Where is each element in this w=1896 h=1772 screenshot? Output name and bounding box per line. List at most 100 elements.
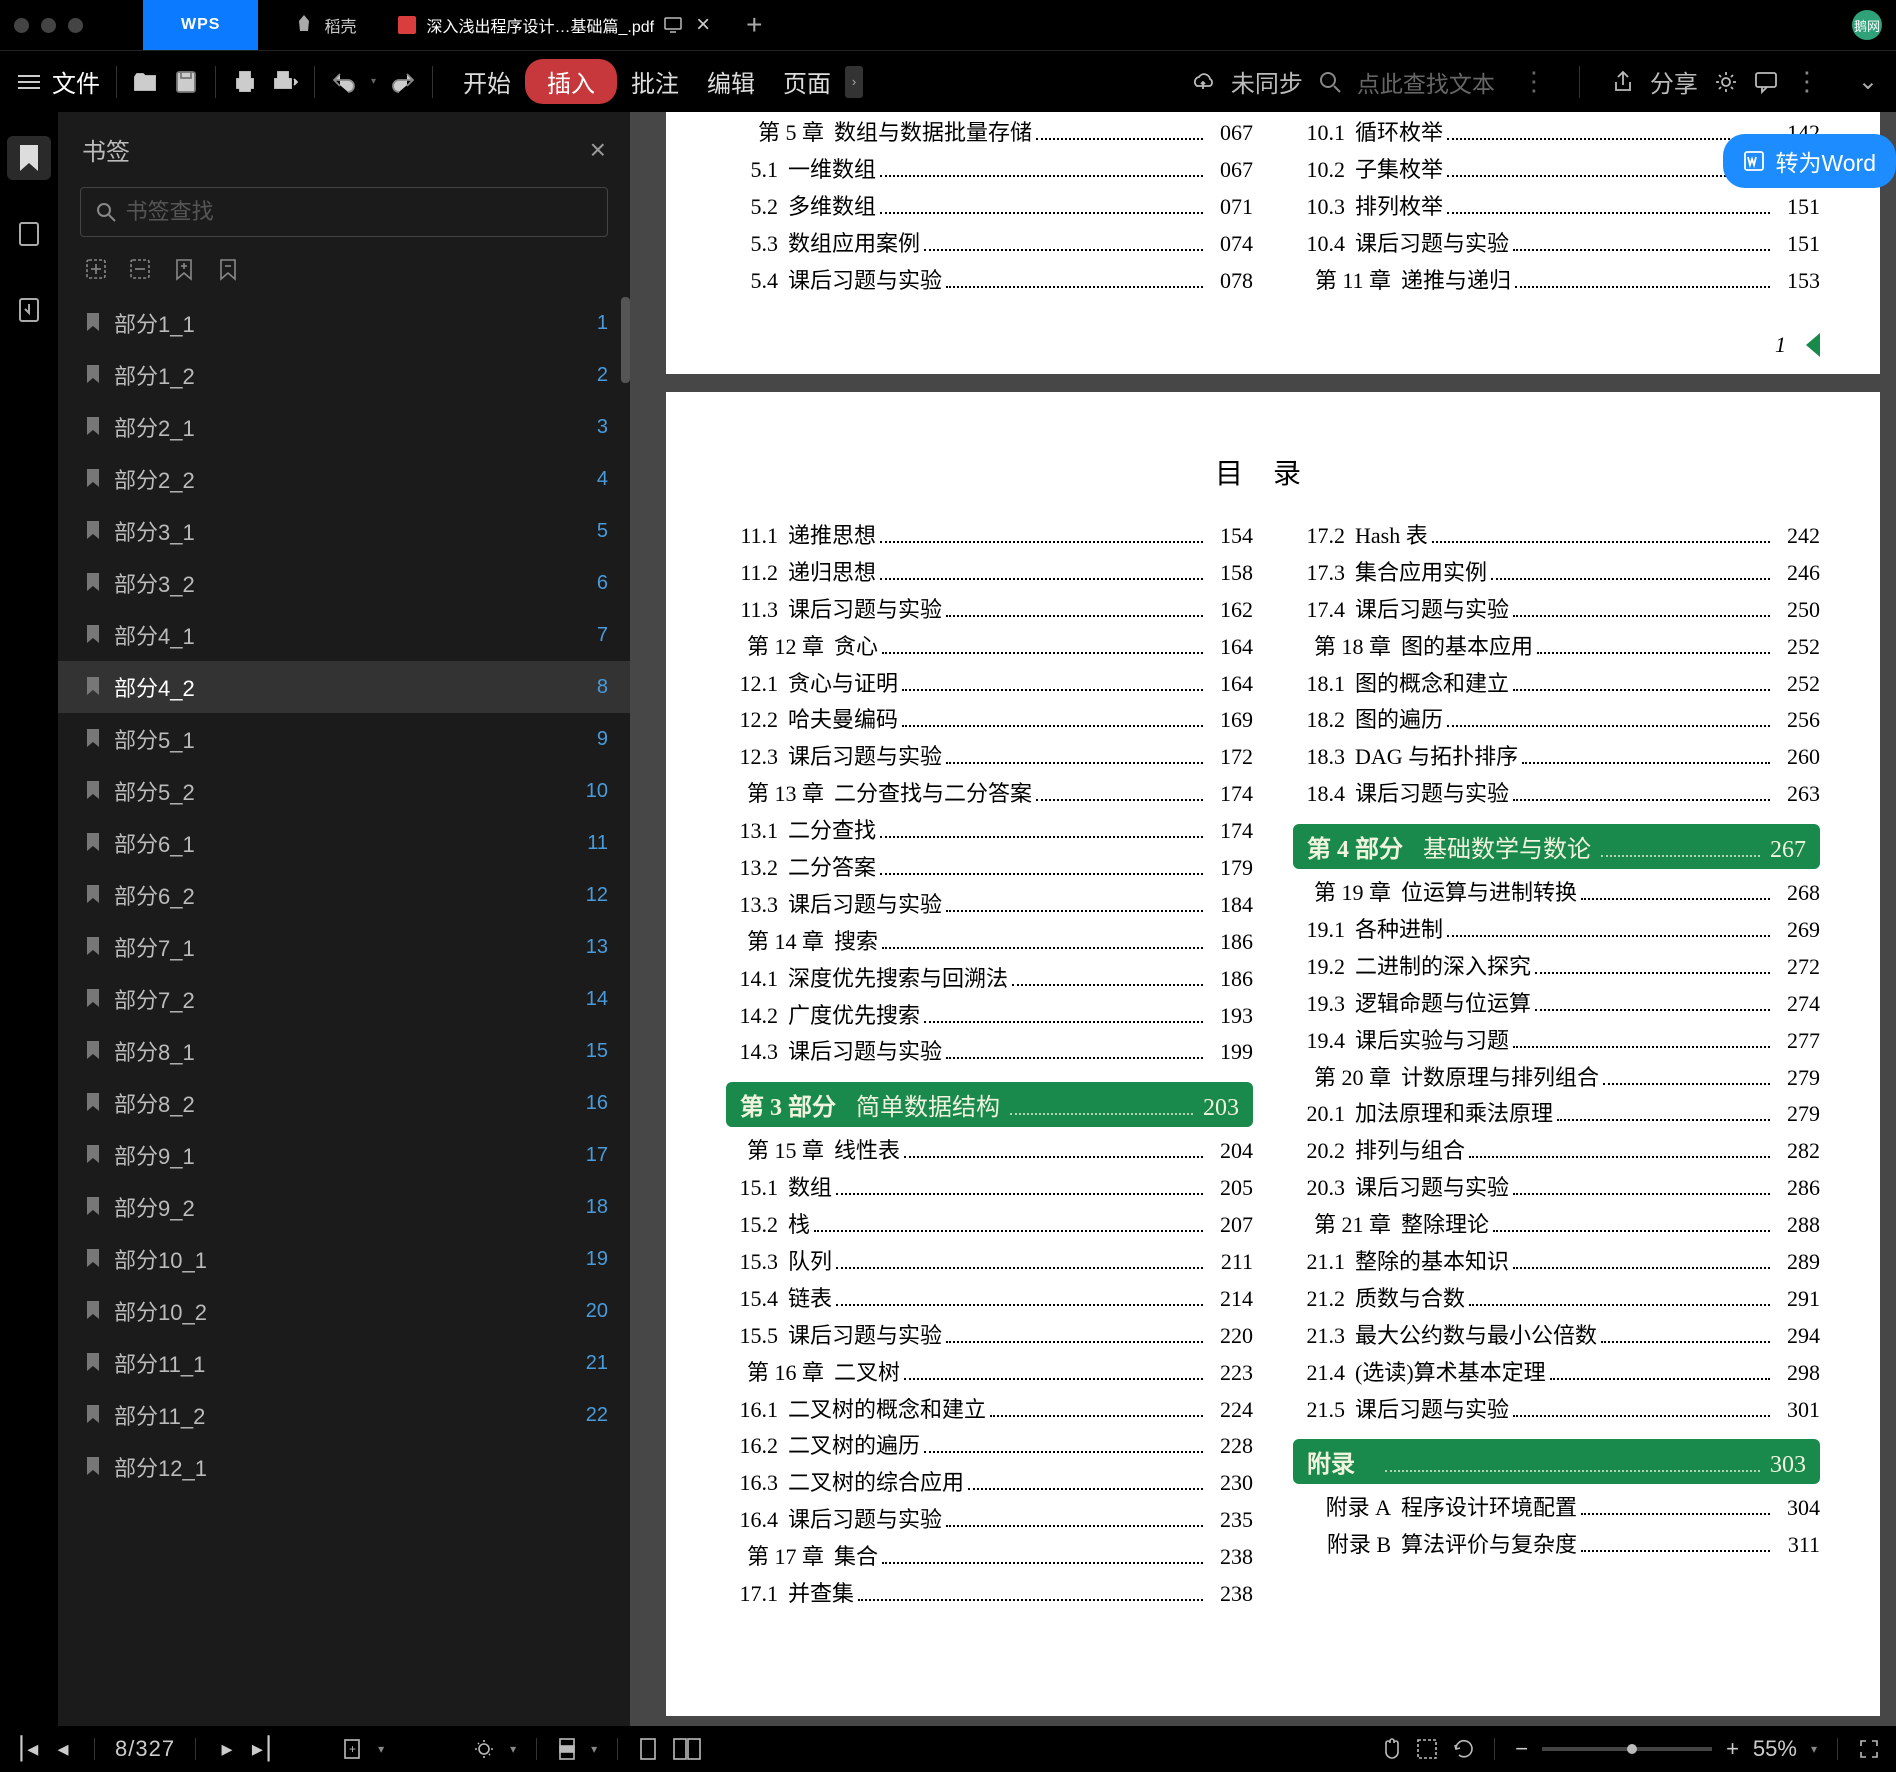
more-icon[interactable]: ⋮ bbox=[1521, 66, 1547, 97]
bookmark-item[interactable]: 部分3_26 bbox=[58, 557, 630, 609]
gear-icon[interactable] bbox=[1714, 70, 1738, 94]
toc-row: 10.3排列枚举151 bbox=[1293, 191, 1820, 223]
fullscreen-icon[interactable] bbox=[1858, 1738, 1880, 1760]
share-icon[interactable] bbox=[1612, 71, 1634, 93]
prev-page-icon[interactable]: ◂ bbox=[52, 1738, 74, 1760]
print-icon[interactable] bbox=[232, 69, 258, 95]
bookmark-item[interactable]: 部分1_22 bbox=[58, 349, 630, 401]
close-window-icon[interactable] bbox=[14, 18, 29, 33]
bookmark-item[interactable]: 部分11_222 bbox=[58, 1389, 630, 1441]
close-panel-icon[interactable]: × bbox=[590, 134, 606, 166]
bookmark-item[interactable]: 部分6_111 bbox=[58, 817, 630, 869]
convert-to-word-button[interactable]: 转为Word bbox=[1723, 134, 1896, 188]
page-add-icon[interactable]: + bbox=[342, 1738, 364, 1760]
zoom-out-icon[interactable]: − bbox=[1515, 1736, 1528, 1762]
first-page-icon[interactable]: ⎮◂ bbox=[16, 1738, 38, 1760]
bookmark-item[interactable]: 部分2_13 bbox=[58, 401, 630, 453]
save-icon[interactable] bbox=[173, 69, 199, 95]
collapse-all-icon[interactable] bbox=[130, 259, 152, 281]
bookmark-item[interactable]: 部分1_11 bbox=[58, 297, 630, 349]
menu-annotate[interactable]: 批注 bbox=[617, 64, 693, 99]
menu-insert[interactable]: 插入 bbox=[525, 59, 617, 104]
share-button[interactable]: 分享 bbox=[1650, 64, 1698, 99]
avatar[interactable]: 鹅网 bbox=[1852, 10, 1882, 40]
next-page-icon[interactable]: ▸ bbox=[216, 1738, 238, 1760]
bookmark-item[interactable]: 部分8_115 bbox=[58, 1025, 630, 1077]
fit-page-icon[interactable] bbox=[638, 1737, 658, 1761]
document-view[interactable]: 转为Word 第 5 章数组与数据批量存储0675.1一维数组0675.2多维数… bbox=[630, 112, 1896, 1726]
selection-icon[interactable] bbox=[1416, 1738, 1438, 1760]
bookmark-item-page: 14 bbox=[586, 988, 608, 1011]
menu-edit[interactable]: 编辑 bbox=[693, 64, 769, 99]
last-page-icon[interactable]: ▸⎮ bbox=[252, 1738, 274, 1760]
expand-all-icon[interactable] bbox=[86, 259, 108, 281]
maximize-window-icon[interactable] bbox=[68, 18, 83, 33]
bookmark-item-label: 部分10_1 bbox=[114, 1243, 207, 1275]
zoom-value[interactable]: 55% bbox=[1753, 1736, 1797, 1762]
bookmark-item[interactable]: 部分10_119 bbox=[58, 1233, 630, 1285]
toc-row: 12.2哈夫曼编码169 bbox=[726, 704, 1253, 736]
print-preview-icon[interactable] bbox=[272, 69, 298, 95]
bookmark-item[interactable]: 部分5_19 bbox=[58, 713, 630, 765]
menu-page[interactable]: 页面 bbox=[769, 64, 845, 99]
menu-start[interactable]: 开始 bbox=[449, 64, 525, 99]
undo-icon[interactable] bbox=[331, 69, 357, 95]
bookmark-item[interactable]: 部分9_117 bbox=[58, 1129, 630, 1181]
single-page-icon[interactable] bbox=[557, 1737, 577, 1761]
bookmark-item[interactable]: 部分2_24 bbox=[58, 453, 630, 505]
bookmark-item[interactable]: 部分8_216 bbox=[58, 1077, 630, 1129]
file-menu[interactable]: 文件 bbox=[52, 64, 100, 99]
bookmark-item[interactable]: 部分11_121 bbox=[58, 1337, 630, 1389]
bookmark-item[interactable]: 部分4_28 bbox=[58, 661, 630, 713]
bookmark-item[interactable]: 部分7_214 bbox=[58, 973, 630, 1025]
brightness-icon[interactable] bbox=[472, 1738, 496, 1760]
bookmark-item[interactable]: 部分6_212 bbox=[58, 869, 630, 921]
redo-icon[interactable] bbox=[390, 69, 416, 95]
toc-row: 16.2二叉树的遍历228 bbox=[726, 1430, 1253, 1462]
toolbar: 文件 ▾ 开始 插入 批注 编辑 页面 › 未同步 点此查找文本 ⋮ 分享 ⋮ … bbox=[0, 50, 1896, 112]
tab-document[interactable]: 深入浅出程序设计…基础篇_.pdf × bbox=[382, 0, 726, 50]
attachment-rail-icon[interactable] bbox=[7, 288, 51, 332]
remove-bookmark-icon[interactable] bbox=[218, 259, 240, 281]
bookmark-item[interactable]: 部分5_210 bbox=[58, 765, 630, 817]
tab-doke[interactable]: 稻壳 bbox=[268, 0, 382, 50]
bookmark-item[interactable]: 部分7_113 bbox=[58, 921, 630, 973]
search-placeholder[interactable]: 点此查找文本 bbox=[1357, 65, 1495, 99]
screen-icon[interactable] bbox=[664, 17, 682, 33]
rotate-icon[interactable] bbox=[1452, 1738, 1474, 1760]
bookmark-item[interactable]: 部分12_1 bbox=[58, 1441, 630, 1493]
bookmark-search-input[interactable] bbox=[126, 199, 593, 225]
bookmark-item-page: 18 bbox=[586, 1196, 608, 1219]
tab-wps[interactable]: WPS bbox=[143, 0, 258, 50]
cloud-sync-icon[interactable] bbox=[1191, 70, 1215, 94]
close-tab-icon[interactable]: × bbox=[696, 11, 710, 39]
two-page-icon[interactable] bbox=[672, 1737, 702, 1761]
add-bookmark-icon[interactable] bbox=[174, 259, 196, 281]
add-tab-icon[interactable]: + bbox=[746, 9, 762, 41]
zoom-in-icon[interactable]: + bbox=[1726, 1736, 1739, 1762]
ellipsis-icon[interactable]: ⋮ bbox=[1794, 66, 1820, 97]
sync-status: 未同步 bbox=[1231, 64, 1303, 99]
zoom-slider[interactable] bbox=[1542, 1747, 1712, 1751]
comment-icon[interactable] bbox=[1754, 70, 1778, 94]
bookmark-search[interactable] bbox=[80, 187, 608, 237]
hand-icon[interactable] bbox=[1380, 1738, 1402, 1760]
bookmark-item[interactable]: 部分9_218 bbox=[58, 1181, 630, 1233]
bookmark-item[interactable]: 部分10_220 bbox=[58, 1285, 630, 1337]
bookmark-item[interactable]: 部分3_15 bbox=[58, 505, 630, 557]
open-icon[interactable] bbox=[133, 69, 159, 95]
page-indicator[interactable]: 8/327 bbox=[115, 1736, 175, 1762]
bookmark-item-page: 6 bbox=[597, 572, 608, 595]
search-icon[interactable] bbox=[1319, 71, 1341, 93]
menu-icon[interactable] bbox=[18, 75, 40, 89]
chevron-down-icon[interactable]: ⌄ bbox=[1858, 67, 1878, 96]
bookmark-item[interactable]: 部分4_17 bbox=[58, 609, 630, 661]
minimize-window-icon[interactable] bbox=[41, 18, 56, 33]
bookmark-item-page: 15 bbox=[586, 1040, 608, 1063]
toc-row: 附录 A程序设计环境配置304 bbox=[1293, 1492, 1820, 1524]
menu-more-arrow-icon[interactable]: › bbox=[845, 66, 863, 98]
thumbnail-rail-icon[interactable] bbox=[7, 212, 51, 256]
bookmark-rail-icon[interactable] bbox=[7, 136, 51, 180]
convert-word-label: 转为Word bbox=[1775, 144, 1876, 178]
scrollbar-thumb[interactable] bbox=[621, 297, 630, 383]
